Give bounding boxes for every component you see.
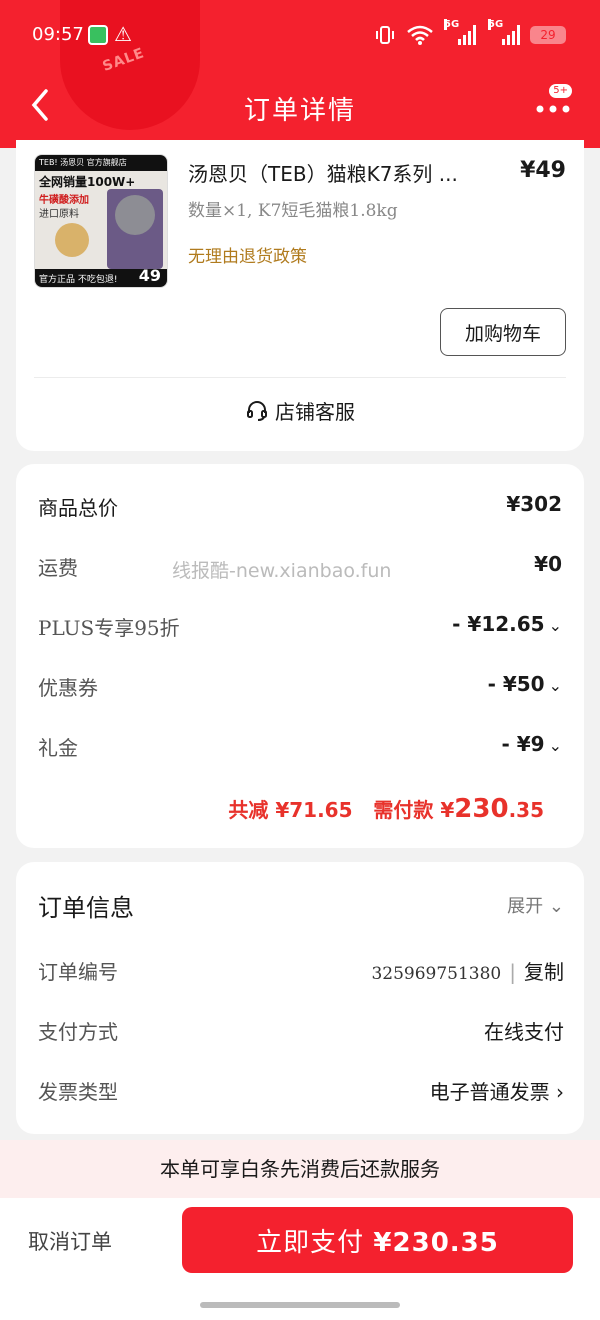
wifi-icon [407,25,433,45]
order-info-title: 订单信息 [38,894,134,922]
status-time: 09:57 [32,24,84,45]
payment-summary: 共减 ¥71.65 需付款 ¥230.35 [228,794,544,824]
coupon-value-wrap: - ¥50 ⌄ [488,672,562,696]
add-to-cart-button[interactable]: 加购物车 [440,308,566,356]
warning-icon: ⚠ [114,22,132,46]
home-indicator[interactable] [200,1302,400,1308]
product-card: TEB! 汤恩贝 官方旗舰店 全网销量100W+ 牛磺酸添加 进口原料 官方正品… [16,140,584,451]
payment-method-value: 在线支付 [484,1020,564,1044]
thumb-feature: 牛磺酸添加 [39,195,89,206]
separator: | [509,960,516,984]
pay-now-label: 立即支付 [256,1227,365,1258]
plus-discount-label: PLUS专享95折 [38,616,180,640]
vibrate-icon [376,26,394,44]
gift-money-row[interactable]: 礼金 - ¥9 ⌄ [38,732,562,762]
message-app-icon [88,25,108,45]
invoice-type-label: 发票类型 [38,1080,118,1104]
chevron-down-icon: ⌄ [548,896,564,917]
invoice-type-value: 电子普通发票 [429,1080,550,1104]
copy-button[interactable]: 复制 [524,960,564,984]
invoice-type-wrap: 电子普通发票 › [430,1076,564,1105]
cancel-order-button[interactable]: 取消订单 [28,1226,112,1256]
store-service-button[interactable]: 店铺客服 [16,396,584,425]
payable-integer: 230 [454,794,509,824]
status-bar: 09:57 ⚠ 5G 5G 29 [0,0,600,70]
thumb-feature-2: 进口原料 [39,209,79,220]
product-price: ¥49 [520,158,566,183]
plus-discount-value: - ¥12.65 [452,612,545,636]
invoice-type-row[interactable]: 发票类型 电子普通发票 › [38,1076,564,1106]
watermark: 线报酷-new.xianbao.fun [172,560,392,582]
coupon-label: 优惠券 [38,676,98,700]
payment-method-label: 支付方式 [38,1020,118,1044]
gift-money-value-wrap: - ¥9 ⌄ [501,732,562,756]
status-right: 5G 5G 29 [374,19,566,48]
pay-now-button[interactable]: 立即支付 ¥230.35 [182,1207,573,1273]
plus-discount-row[interactable]: PLUS专享95折 - ¥12.65 ⌄ [38,612,562,642]
gift-money-label: 礼金 [38,736,78,760]
payable-decimal: .35 [508,798,544,822]
order-info-card: 订单信息 展开 ⌄ 订单编号 325969751380 | 复制 支付方式 在线支付… [16,862,584,1134]
thumb-price: 49 [138,266,161,285]
medal-icon [55,223,89,257]
shipping-label: 运费 [38,556,78,580]
baitiao-banner[interactable]: 本单可享白条先消费后还款服务 [0,1140,600,1198]
expand-button[interactable]: 展开 ⌄ [507,892,564,918]
order-number: 325969751380 [371,964,502,984]
chevron-down-icon: ⌄ [548,736,562,755]
pay-now-amount: ¥230.35 [373,1227,499,1258]
chevron-down-icon: ⌄ [548,616,562,635]
network-type: 5G [444,19,460,30]
shipping-value: ¥0 [534,552,562,576]
return-policy[interactable]: 无理由退货政策 [188,242,307,267]
payment-method-row: 支付方式 在线支付 [38,1016,564,1046]
network-type: 5G [488,19,504,30]
chevron-right-icon: › [556,1080,564,1104]
expand-label: 展开 [507,896,544,917]
signal-icon: 5G [488,19,520,45]
chevron-down-icon: ⌄ [548,676,562,695]
page-title: 订单详情 [243,96,356,126]
signal-icon: 5G [444,19,476,45]
store-service-label: 店铺客服 [275,400,355,424]
product-title[interactable]: 汤恩贝（TEB）猫粮K7系列 ... [188,158,488,187]
total-price-value: ¥302 [506,492,562,516]
product-spec: 数量×1, K7短毛猫粮1.8kg [188,201,398,221]
coupon-row[interactable]: 优惠券 - ¥50 ⌄ [38,672,562,702]
order-number-wrap: 325969751380 | 复制 [371,956,564,985]
divider [34,377,566,378]
saved-amount: 共减 ¥71.65 [228,798,353,822]
bottom-bar: 取消订单 立即支付 ¥230.35 [0,1198,600,1320]
cat-image [115,195,155,235]
plus-discount-value-wrap: - ¥12.65 ⌄ [452,612,562,636]
total-price-label: 商品总价 [38,496,118,520]
payable-label: 需付款 ¥ [373,798,455,822]
more-badge: 5+ [549,84,572,98]
gift-money-value: - ¥9 [501,732,545,756]
total-price-row: 商品总价 ¥302 [38,492,562,522]
price-detail-card: 商品总价 ¥302 运费 ¥0 线报酷-new.xianbao.fun PLUS… [16,464,584,848]
headset-icon [247,401,267,421]
thumb-headline: 全网销量100W+ [39,175,136,189]
order-number-label: 订单编号 [38,960,118,984]
thumb-brand: TEB! 汤恩贝 官方旗舰店 [35,155,167,171]
header: SALE 09:57 ⚠ 5G 5G 29 订单详情 5+ [0,0,600,148]
battery-icon: 29 [530,26,566,44]
product-thumbnail[interactable]: TEB! 汤恩贝 官方旗舰店 全网销量100W+ 牛磺酸添加 进口原料 官方正品… [34,154,168,288]
coupon-value: - ¥50 [487,672,545,696]
order-number-row: 订单编号 325969751380 | 复制 [38,956,564,986]
